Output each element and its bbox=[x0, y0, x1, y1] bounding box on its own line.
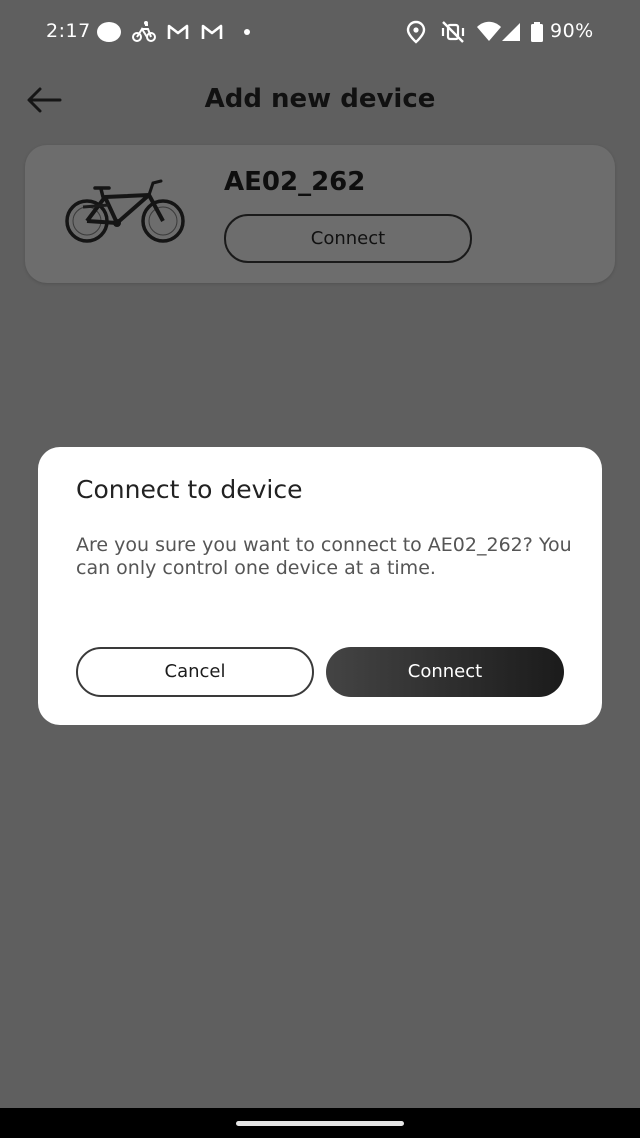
circle-icon bbox=[97, 22, 121, 42]
device-card: AE02_262 Connect bbox=[25, 145, 615, 283]
bike-icon bbox=[132, 21, 156, 42]
battery-percent: 90% bbox=[550, 20, 594, 42]
battery-icon bbox=[531, 22, 543, 42]
cancel-button[interactable]: Cancel bbox=[76, 647, 314, 697]
location-icon bbox=[406, 20, 426, 44]
wifi-icon bbox=[477, 21, 501, 41]
dialog-title: Connect to device bbox=[76, 475, 303, 504]
dialog-message: Are you sure you want to connect to AE02… bbox=[76, 534, 572, 579]
connect-dialog: Connect to device Are you sure you want … bbox=[38, 447, 602, 725]
dot-icon bbox=[244, 29, 250, 35]
navigation-bar bbox=[0, 1108, 640, 1138]
device-name: AE02_262 bbox=[224, 167, 366, 197]
page-title: Add new device bbox=[204, 84, 436, 114]
confirm-connect-button[interactable]: Connect bbox=[326, 647, 564, 697]
signal-icon bbox=[502, 23, 520, 41]
gmail-icon bbox=[201, 24, 223, 39]
home-gesture-handle[interactable] bbox=[236, 1121, 404, 1126]
vibrate-off-icon bbox=[441, 21, 465, 43]
app-bar: Add new device bbox=[0, 64, 640, 136]
device-connect-button[interactable]: Connect bbox=[224, 214, 472, 263]
status-time: 2:17 bbox=[46, 20, 91, 42]
bike-image bbox=[65, 179, 185, 243]
status-bar: 2:17 90% bbox=[0, 0, 640, 64]
gmail-icon bbox=[167, 24, 189, 39]
